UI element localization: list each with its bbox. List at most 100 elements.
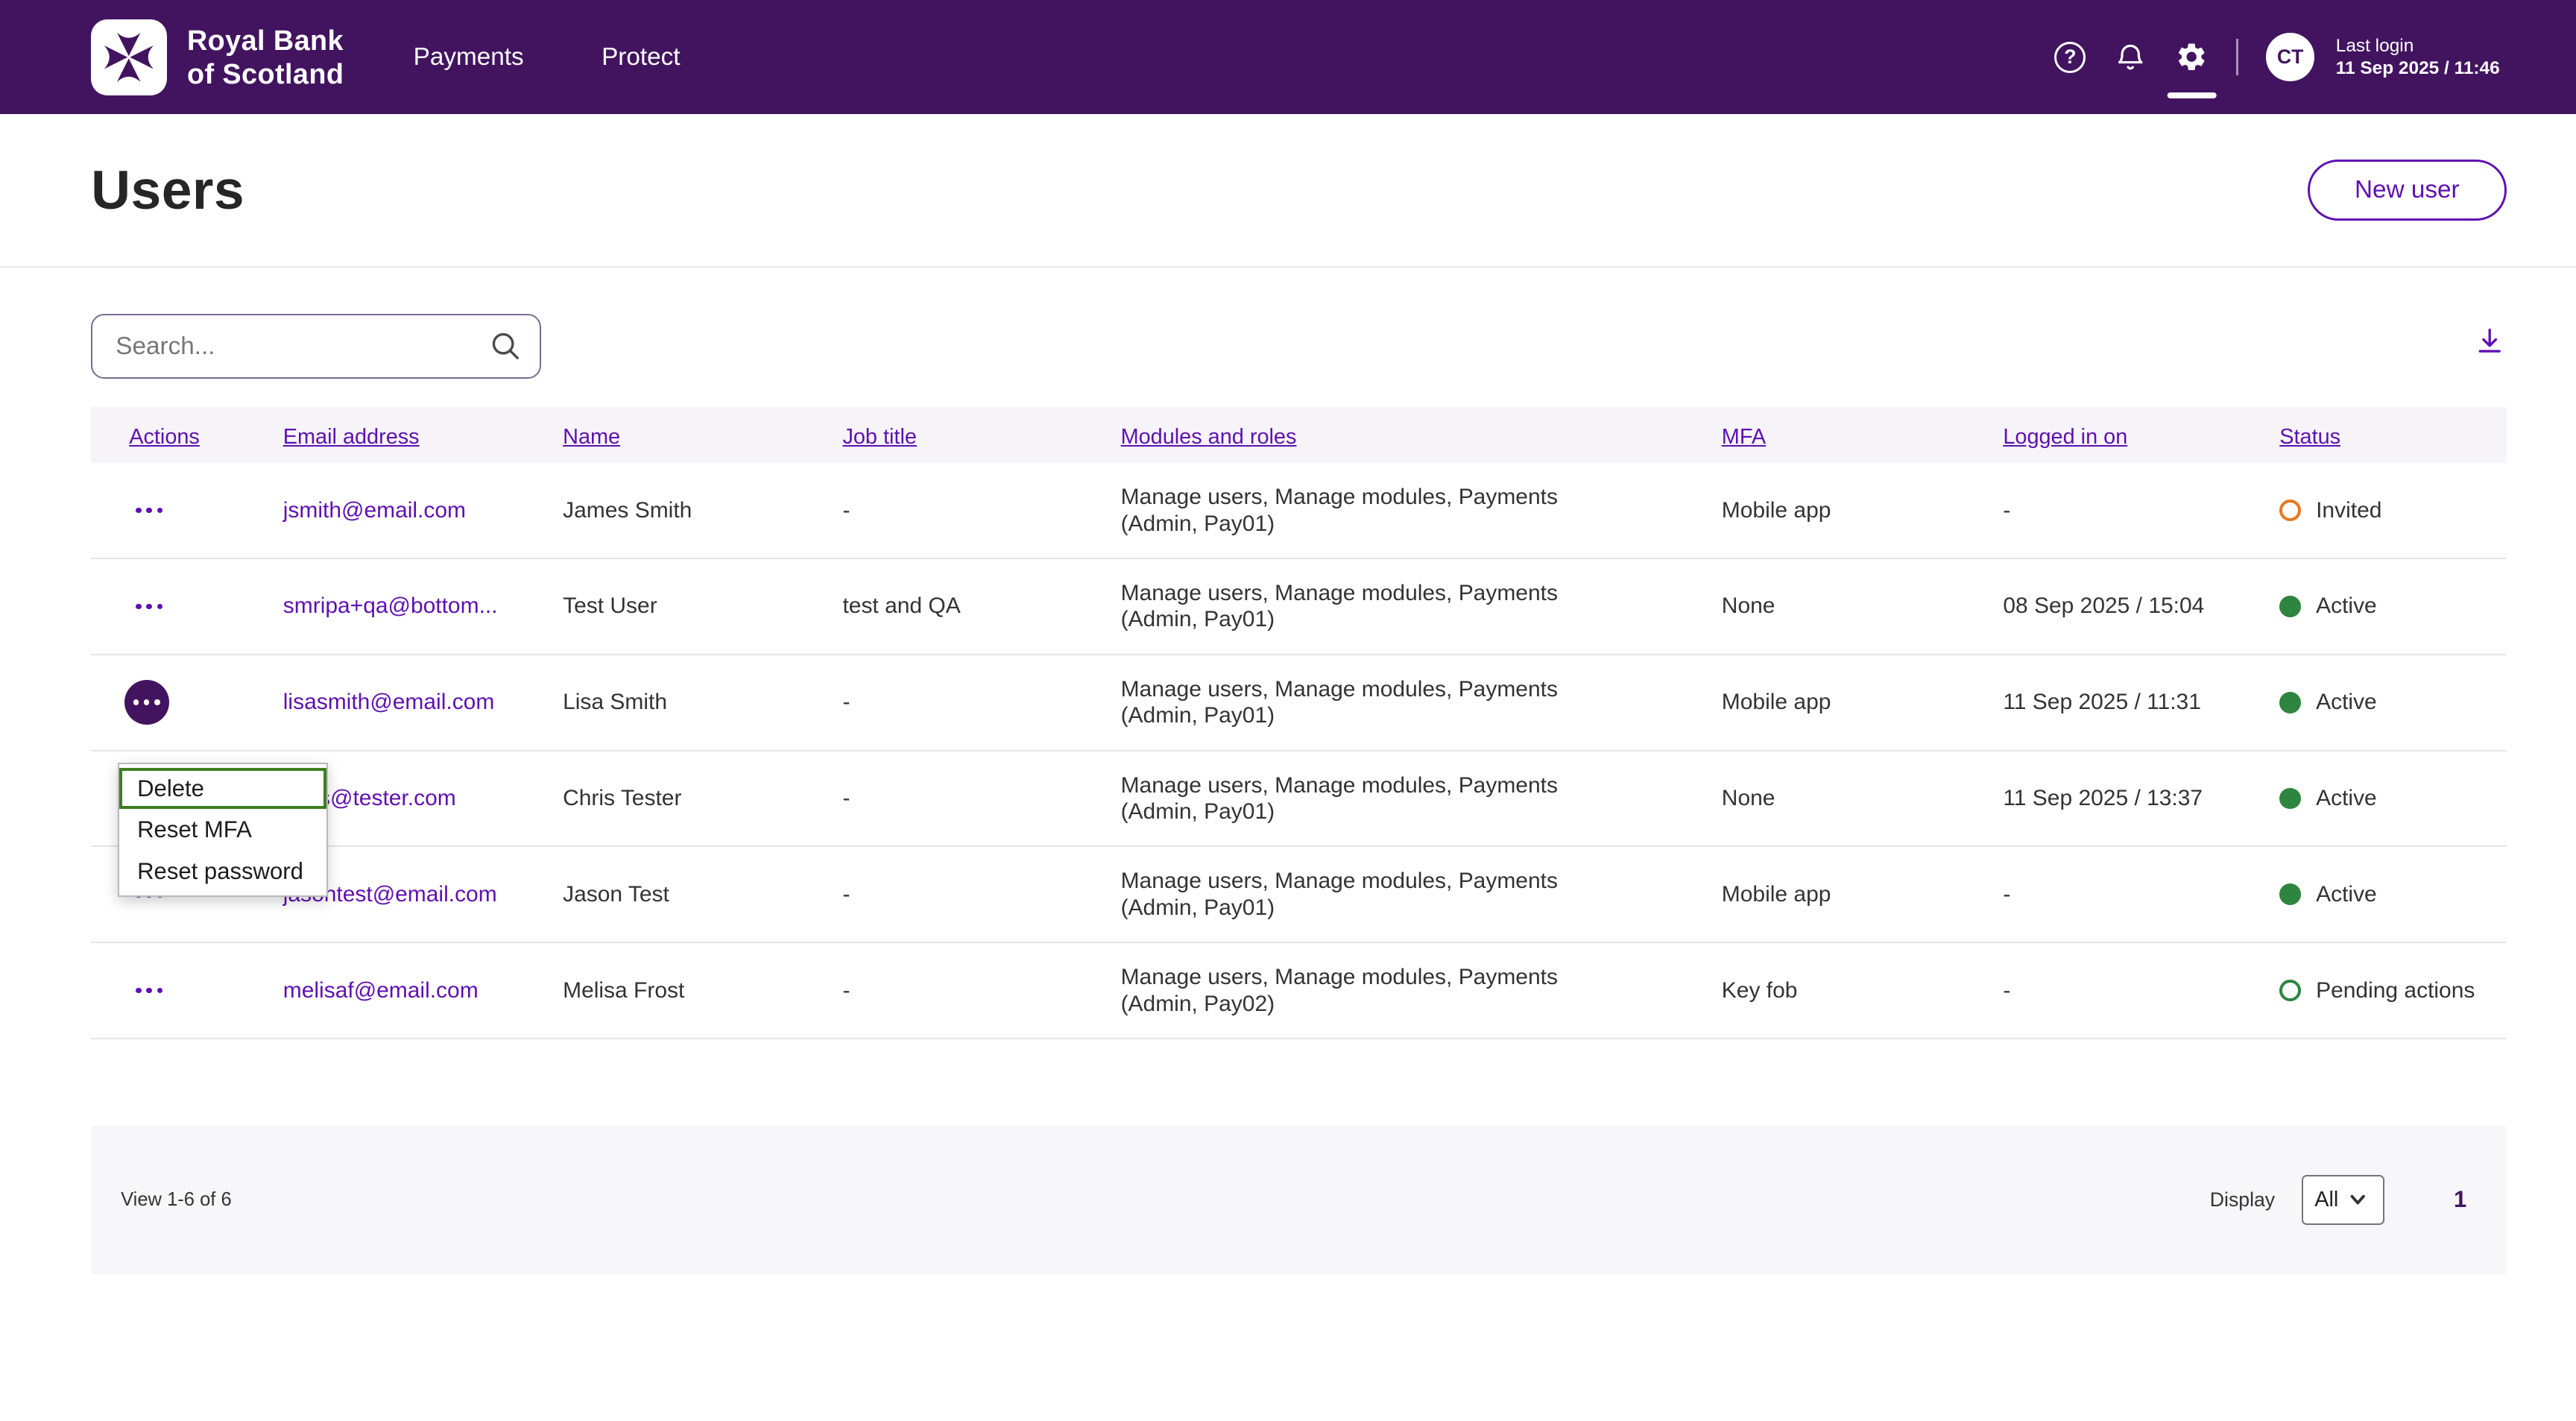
table-row: melisaf@email.com Melisa Frost - Manage … — [91, 943, 2506, 1039]
user-job-title: - — [842, 978, 1120, 1003]
user-logged-in: - — [2003, 978, 2279, 1003]
download-icon — [2473, 324, 2506, 357]
view-range-text: View 1-6 of 6 — [121, 1189, 232, 1211]
user-modules: Manage users, Manage modules, Payments (… — [1121, 868, 1617, 921]
table-header-row: Actions Email address Name Job title Mod… — [91, 407, 2506, 464]
table-toolbar — [0, 268, 2576, 407]
pagination-bar: View 1-6 of 6 Display All 1 — [91, 1126, 2506, 1275]
user-name: Melisa Frost — [563, 978, 842, 1003]
display-select-value: All — [2314, 1188, 2338, 1212]
column-header-actions[interactable]: Actions — [129, 425, 200, 449]
primary-nav: Payments Protect — [414, 43, 681, 72]
user-job-title: - — [842, 498, 1120, 523]
user-mfa: Key fob — [1722, 978, 2004, 1003]
user-mfa: None — [1722, 786, 2004, 811]
status-label: Active — [2316, 690, 2377, 715]
topbar-divider — [2236, 39, 2238, 75]
row-actions-button[interactable] — [129, 593, 169, 619]
display-label: Display — [2210, 1188, 2275, 1212]
row-actions-button[interactable] — [129, 978, 169, 1003]
nav-item-payments[interactable]: Payments — [414, 43, 524, 72]
user-logged-in: 11 Sep 2025 / 13:37 — [2003, 786, 2279, 811]
search-input[interactable] — [91, 314, 541, 379]
notifications-button[interactable] — [2114, 40, 2147, 73]
status-label: Invited — [2316, 498, 2381, 523]
user-logged-in: - — [2003, 498, 2279, 523]
topbar-right-cluster: ? CT Last login 11 Sep 2025 / 11:46 — [2054, 33, 2499, 81]
user-email-link[interactable]: smripa+qa@bottom... — [283, 593, 498, 618]
status-active-icon — [2279, 692, 2301, 713]
column-header-mfa[interactable]: MFA — [1722, 425, 1766, 449]
user-name: Chris Tester — [563, 786, 842, 811]
user-modules: Manage users, Manage modules, Payments (… — [1121, 676, 1617, 729]
user-modules: Manage users, Manage modules, Payments (… — [1121, 580, 1617, 633]
user-modules: Manage users, Manage modules, Payments (… — [1121, 964, 1617, 1017]
users-table: Actions Email address Name Job title Mod… — [91, 407, 2506, 1039]
nav-item-protect[interactable]: Protect — [602, 43, 680, 72]
display-select[interactable]: All — [2302, 1175, 2384, 1225]
avatar[interactable]: CT — [2266, 33, 2314, 81]
user-job-title: - — [842, 882, 1120, 907]
download-button[interactable] — [2473, 324, 2506, 357]
settings-button[interactable] — [2175, 40, 2208, 73]
status-label: Active — [2316, 786, 2377, 811]
user-job-title: - — [842, 690, 1120, 715]
column-header-job-title[interactable]: Job title — [842, 425, 916, 449]
user-logged-in: - — [2003, 882, 2279, 907]
row-actions-button-open[interactable] — [124, 680, 169, 725]
page-header: Users New user — [0, 114, 2576, 268]
last-login-label: Last login — [2336, 35, 2500, 57]
brand-line-1: Royal Bank — [187, 24, 344, 57]
page-title: Users — [91, 159, 244, 221]
table-row: lisasmith@email.com Lisa Smith - Manage … — [91, 655, 2506, 752]
top-navigation-bar: Royal Bank of Scotland Payments Protect … — [0, 0, 2576, 114]
menu-item-reset-mfa[interactable]: Reset MFA — [119, 809, 326, 851]
help-button[interactable]: ? — [2054, 42, 2086, 73]
table-row: chris@tester.com Chris Tester - Manage u… — [91, 752, 2506, 848]
column-header-email[interactable]: Email address — [283, 425, 420, 449]
table-row: jasontest@email.com Jason Test - Manage … — [91, 847, 2506, 943]
column-header-modules[interactable]: Modules and roles — [1121, 425, 1297, 449]
user-logged-in: 08 Sep 2025 / 15:04 — [2003, 593, 2279, 619]
user-name: Jason Test — [563, 882, 842, 907]
table-row: jsmith@email.com James Smith - Manage us… — [91, 463, 2506, 559]
user-email-link[interactable]: melisaf@email.com — [283, 978, 479, 1003]
brand-line-2: of Scotland — [187, 57, 344, 90]
help-icon: ? — [2054, 42, 2086, 73]
user-mfa: Mobile app — [1722, 882, 2004, 907]
user-modules: Manage users, Manage modules, Payments (… — [1121, 772, 1617, 825]
rbs-logo[interactable] — [91, 19, 167, 95]
row-actions-menu: Delete Reset MFA Reset password — [118, 763, 328, 896]
gear-icon — [2175, 40, 2208, 73]
row-actions-button[interactable] — [129, 498, 169, 523]
column-header-logged-in[interactable]: Logged in on — [2003, 425, 2127, 449]
user-email-link[interactable]: jsmith@email.com — [283, 498, 466, 523]
column-header-name[interactable]: Name — [563, 425, 620, 449]
user-mfa: Mobile app — [1722, 498, 2004, 523]
user-name: Test User — [563, 593, 842, 619]
rbs-daisywheel-icon — [101, 29, 157, 86]
user-logged-in: 11 Sep 2025 / 11:31 — [2003, 690, 2279, 715]
new-user-button[interactable]: New user — [2308, 160, 2507, 221]
status-invited-icon — [2279, 500, 2301, 521]
user-mfa: Mobile app — [1722, 690, 2004, 715]
user-name: Lisa Smith — [563, 690, 842, 715]
user-email-link[interactable]: lisasmith@email.com — [283, 690, 495, 714]
column-header-status[interactable]: Status — [2279, 425, 2340, 449]
bell-icon — [2114, 40, 2147, 73]
menu-item-reset-password[interactable]: Reset password — [119, 851, 326, 892]
search-box — [91, 314, 541, 379]
user-job-title: - — [842, 786, 1120, 811]
menu-item-delete[interactable]: Delete — [119, 768, 326, 810]
status-active-icon — [2279, 596, 2301, 617]
brand-name: Royal Bank of Scotland — [187, 24, 344, 90]
status-label: Pending actions — [2316, 978, 2475, 1003]
user-modules: Manage users, Manage modules, Payments (… — [1121, 484, 1617, 537]
status-active-icon — [2279, 883, 2301, 905]
user-mfa: None — [1722, 593, 2004, 619]
app-window: Royal Bank of Scotland Payments Protect … — [0, 0, 2576, 1421]
page-number[interactable]: 1 — [2454, 1186, 2466, 1213]
table-row: smripa+qa@bottom... Test User test and Q… — [91, 559, 2506, 655]
user-name: James Smith — [563, 498, 842, 523]
pagination-controls: Display All 1 — [2210, 1175, 2467, 1225]
